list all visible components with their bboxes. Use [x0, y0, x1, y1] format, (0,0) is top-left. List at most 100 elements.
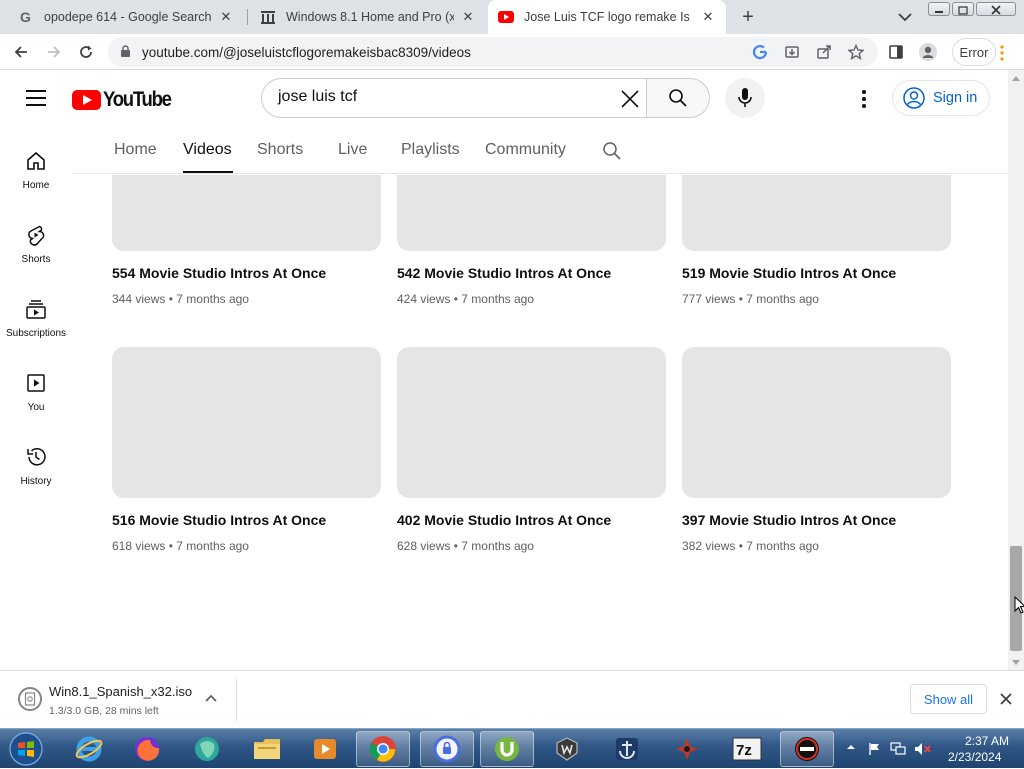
file-explorer-icon[interactable] — [240, 731, 294, 767]
video-title[interactable]: 519 Movie Studio Intros At Once — [682, 265, 951, 281]
tab-youtube-channel[interactable]: Jose Luis TCF logo remake Is Back ✕ — [488, 0, 726, 34]
tab-windows-iso[interactable]: Windows 8.1 Home and Pro (x86 ✕ — [250, 0, 486, 34]
firefox-icon[interactable] — [120, 731, 174, 767]
video-title[interactable]: 397 Movie Studio Intros At Once — [682, 512, 951, 528]
guide-item-subscriptions[interactable]: Subscriptions — [0, 274, 72, 346]
view-count: 777 views — [682, 292, 736, 306]
video-card[interactable]: 402 Movie Studio Intros At Once 628 view… — [397, 347, 666, 553]
network-icon[interactable] — [890, 742, 906, 756]
video-card[interactable]: 542 Movie Studio Intros At Once 424 view… — [397, 175, 666, 306]
guide-item-history[interactable]: History — [0, 422, 72, 494]
windows-taskbar: 7z 2:37 AM 2/23/2024 — [0, 728, 1024, 768]
profile-error-button[interactable]: Error — [952, 38, 996, 66]
tab-live[interactable]: Live — [338, 141, 367, 159]
warframe-like-icon[interactable] — [660, 731, 714, 767]
upload-age: 7 months ago — [176, 292, 249, 306]
settings-kebab-icon[interactable] — [860, 89, 868, 109]
video-title[interactable]: 516 Movie Studio Intros At Once — [112, 512, 381, 528]
back-arrow-icon[interactable] — [11, 42, 31, 62]
download-file-name[interactable]: Win8.1_Spanish_x32.iso — [49, 684, 192, 699]
tab-videos[interactable]: Videos — [183, 141, 232, 159]
tray-expand-icon[interactable] — [846, 742, 856, 752]
install-app-icon[interactable] — [784, 44, 800, 60]
video-title[interactable]: 542 Movie Studio Intros At Once — [397, 265, 666, 281]
lock-icon[interactable] — [120, 45, 131, 63]
hamburger-menu-icon[interactable] — [26, 90, 46, 106]
video-title[interactable]: 554 Movie Studio Intros At Once — [112, 265, 381, 281]
video-thumbnail[interactable] — [682, 347, 951, 498]
tab-home[interactable]: Home — [114, 141, 157, 159]
video-thumbnail[interactable] — [112, 175, 381, 251]
google-lens-g-icon[interactable] — [752, 44, 768, 60]
video-title[interactable]: 402 Movie Studio Intros At Once — [397, 512, 666, 528]
new-tab-button[interactable]: + — [738, 6, 758, 28]
youtube-logo[interactable]: YouTube — [72, 88, 180, 112]
video-card[interactable]: 516 Movie Studio Intros At Once 618 view… — [112, 347, 381, 553]
forward-arrow-icon[interactable] — [44, 42, 64, 62]
close-tab-icon[interactable]: ✕ — [700, 9, 716, 25]
utorrent-icon[interactable] — [480, 731, 534, 767]
video-card[interactable]: 397 Movie Studio Intros At Once 382 view… — [682, 347, 951, 553]
video-thumbnail[interactable] — [682, 175, 951, 251]
volume-muted-icon[interactable] — [914, 742, 932, 756]
guide-item-home[interactable]: Home — [0, 126, 72, 198]
chrome-icon[interactable] — [356, 731, 410, 767]
sign-in-button[interactable]: Sign in — [892, 80, 990, 116]
action-center-flag-icon[interactable] — [868, 742, 882, 756]
search-input[interactable]: jose luis tcf — [278, 88, 357, 106]
upload-age: 7 months ago — [746, 539, 819, 553]
search-box[interactable]: jose luis tcf — [261, 78, 647, 118]
close-tab-icon[interactable]: ✕ — [218, 9, 234, 25]
close-tab-icon[interactable]: ✕ — [460, 9, 476, 25]
start-orb-icon[interactable] — [6, 731, 46, 767]
reload-icon[interactable] — [76, 42, 96, 62]
video-card[interactable]: 519 Movie Studio Intros At Once 777 view… — [682, 175, 951, 306]
scroll-down-arrow-icon[interactable] — [1012, 660, 1020, 665]
page-scrollbar[interactable] — [1008, 70, 1024, 670]
account-circle-icon — [903, 87, 925, 109]
bookmark-star-icon[interactable] — [848, 44, 864, 60]
close-window-button[interactable] — [976, 2, 1016, 16]
tab-playlists[interactable]: Playlists — [401, 141, 460, 159]
voice-search-button[interactable] — [725, 78, 765, 118]
side-panel-icon[interactable] — [886, 42, 906, 62]
clock-date[interactable]: 2/23/2024 — [948, 750, 1001, 764]
guide-item-you[interactable]: You — [0, 348, 72, 420]
video-thumbnail[interactable] — [397, 347, 666, 498]
video-thumbnail[interactable] — [112, 347, 381, 498]
world-of-tanks-icon[interactable] — [540, 731, 594, 767]
video-metadata: 618 views • 7 months ago — [112, 539, 381, 553]
chrome-menu-icon[interactable] — [998, 44, 1006, 62]
svg-text:G: G — [20, 9, 31, 25]
channel-search-icon[interactable] — [602, 141, 622, 161]
video-card[interactable]: 554 Movie Studio Intros At Once 344 view… — [112, 175, 381, 306]
youtube-masthead: YouTube jose luis tcf Sign in — [0, 70, 1008, 126]
scroll-up-arrow-icon[interactable] — [1012, 76, 1020, 81]
chevron-up-icon[interactable] — [204, 693, 218, 703]
search-button[interactable] — [646, 78, 710, 118]
close-icon[interactable] — [999, 692, 1013, 706]
globe-app-icon[interactable] — [180, 731, 234, 767]
meta-separator: • — [453, 292, 458, 306]
share-icon[interactable] — [816, 44, 832, 60]
media-player-icon[interactable] — [298, 731, 352, 767]
tab-search-chevron-icon[interactable] — [896, 9, 914, 25]
address-bar[interactable]: youtube.com/@joseluistcflogoremakeisbac8… — [108, 37, 878, 67]
profile-avatar-icon[interactable] — [918, 42, 938, 62]
show-all-button[interactable]: Show all — [910, 684, 987, 714]
stop-app-icon[interactable] — [780, 731, 834, 767]
clock-time[interactable]: 2:37 AM — [965, 734, 1009, 748]
restore-window-button[interactable] — [952, 2, 974, 16]
minimize-window-button[interactable] — [928, 2, 950, 16]
7zip-icon[interactable]: 7z — [720, 731, 774, 767]
tab-shorts[interactable]: Shorts — [257, 141, 303, 159]
clear-search-icon[interactable] — [620, 89, 640, 109]
home-icon — [27, 151, 45, 170]
guide-item-shorts[interactable]: Shorts — [0, 200, 72, 272]
tab-google-search[interactable]: G opodepe 614 - Google Search ✕ — [8, 0, 244, 34]
internet-explorer-icon[interactable] — [62, 731, 116, 767]
private-browser-icon[interactable] — [420, 731, 474, 767]
naval-anchor-game-icon[interactable] — [600, 731, 654, 767]
video-thumbnail[interactable] — [397, 175, 666, 251]
tab-community[interactable]: Community — [485, 141, 566, 159]
